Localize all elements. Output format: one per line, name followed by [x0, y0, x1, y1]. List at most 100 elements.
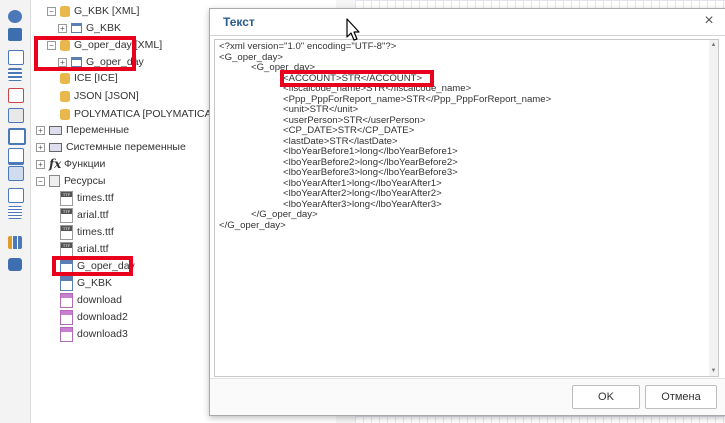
- tree-item-g-kbk-resource[interactable]: G_KBK: [60, 275, 112, 291]
- tree-item-g-kbk[interactable]: + G_KBK: [58, 20, 121, 36]
- expand-toggle[interactable]: +: [36, 125, 45, 135]
- database-icon: [60, 108, 70, 120]
- text-line: <lboYearAfter3>long</lboYearAfter3>: [219, 198, 442, 210]
- text-line: <userPerson>STR</userPerson>: [219, 114, 426, 126]
- image-file-icon: [60, 326, 73, 342]
- table-icon: [71, 23, 82, 34]
- left-toolbar: [0, 0, 31, 423]
- tree-item-download[interactable]: download: [60, 292, 122, 308]
- panel-icon[interactable]: [8, 148, 24, 165]
- mouse-cursor-icon: [346, 18, 360, 41]
- text-line: </G_oper_day>: [219, 219, 286, 231]
- ttf-file-icon: [60, 190, 73, 206]
- table-grid-icon[interactable]: [8, 188, 24, 203]
- image-icon[interactable]: [8, 108, 24, 123]
- xml-text-area[interactable]: <?xml version="1.0" encoding="UTF-8"?> <…: [214, 39, 719, 377]
- tree-item-g-kbk-xml[interactable]: − G_KBK [XML]: [47, 3, 139, 19]
- tree-item-json[interactable]: JSON [JSON]: [60, 88, 139, 104]
- dialog-title: Текст: [223, 15, 255, 29]
- scroll-down-icon[interactable]: ▼: [710, 367, 717, 375]
- chart-icon[interactable]: [8, 236, 22, 249]
- tree-item-label: G_KBK: [86, 22, 122, 34]
- rows-icon[interactable]: [8, 206, 22, 219]
- resources-icon: [49, 175, 60, 188]
- text-line: <?xml version="1.0" encoding="UTF-8"?>: [219, 41, 397, 52]
- ttf-file-icon: [60, 241, 73, 257]
- ttf-file-icon: [60, 224, 73, 240]
- text-line: <lboYearAfter1>long</lboYearAfter1>: [219, 177, 442, 189]
- ttf-file-icon: [60, 207, 73, 223]
- highlight-g-oper-day-xml: [34, 36, 136, 71]
- tree-item-label: G_KBK [XML]: [74, 5, 140, 17]
- tree-item-label: times.ttf: [77, 226, 114, 238]
- text-line: <lboYearBefore2>long</lboYearBefore2>: [219, 156, 458, 168]
- database-icon: [60, 90, 70, 102]
- expand-toggle[interactable]: +: [58, 23, 67, 33]
- system-variables-icon: [49, 142, 62, 152]
- tree-item-label: arial.ttf: [77, 209, 109, 221]
- tree-item-label: times.ttf: [77, 192, 114, 204]
- tree-item-label: Функции: [64, 158, 106, 170]
- frame-icon[interactable]: [8, 128, 26, 145]
- text-line: <lastDate>STR</lastDate>: [219, 135, 398, 147]
- tree-item-times-ttf[interactable]: times.ttf: [60, 190, 114, 206]
- tree-item-variables[interactable]: + Переменные: [36, 122, 129, 138]
- ok-button[interactable]: OK: [572, 385, 640, 409]
- tree-item-label: POLYMATICA [POLYMATICA]: [74, 108, 215, 120]
- tree-item-label: download2: [77, 311, 128, 323]
- tree-item-label: ICE [ICE]: [74, 72, 118, 84]
- tree-item-download2[interactable]: download2: [60, 309, 128, 325]
- text-line: <CP_DATE>STR</CP_DATE>: [219, 125, 415, 136]
- text-icon[interactable]: [8, 88, 24, 103]
- scroll-up-icon[interactable]: ▲: [710, 41, 717, 49]
- expand-toggle[interactable]: +: [36, 142, 45, 152]
- tree-item-label: JSON [JSON]: [74, 90, 139, 102]
- text-line: <G_oper_day>: [219, 51, 284, 63]
- tree-item-download3[interactable]: download3: [60, 326, 128, 342]
- text-line: </G_oper_day>: [219, 209, 318, 220]
- tree-item-functions[interactable]: + fx Функции: [36, 156, 105, 172]
- text-line: <lboYearAfter2>long</lboYearAfter2>: [219, 188, 442, 199]
- tree-item-arial-ttf-2[interactable]: arial.ttf: [60, 241, 109, 257]
- tree-item-label: download3: [77, 328, 128, 340]
- tree-item-polymatica[interactable]: POLYMATICA [POLYMATICA]: [60, 106, 214, 122]
- close-icon[interactable]: ×: [701, 12, 717, 30]
- tree-item-arial-ttf[interactable]: arial.ttf: [60, 207, 109, 223]
- expand-toggle[interactable]: +: [36, 159, 45, 169]
- window-icon[interactable]: [8, 166, 24, 181]
- page-icon[interactable]: [8, 50, 24, 65]
- tree-item-label: Переменные: [66, 124, 130, 136]
- dialog-footer: OK Отмена: [210, 378, 725, 415]
- collapse-toggle[interactable]: −: [36, 176, 45, 186]
- image-file-icon: [60, 309, 73, 325]
- tree-item-label: Системные переменные: [66, 141, 186, 153]
- database-icon: [60, 72, 70, 84]
- xml-file-icon: [60, 275, 73, 291]
- collapse-toggle[interactable]: −: [47, 6, 56, 16]
- tree-item-system-variables[interactable]: + Системные переменные: [36, 139, 186, 155]
- tree-item-label: G_KBK: [77, 277, 113, 289]
- list-icon[interactable]: [8, 68, 22, 81]
- tree-item-ice[interactable]: ICE [ICE]: [60, 70, 118, 86]
- tree-item-label: Ресурсы: [64, 175, 106, 187]
- text-line: <lboYearBefore3>long</lboYearBefore3>: [219, 167, 458, 178]
- puzzle-icon[interactable]: [8, 28, 22, 41]
- tree-item-label: arial.ttf: [77, 243, 109, 255]
- tools-icon[interactable]: [8, 258, 22, 271]
- tree-item-resources[interactable]: − Ресурсы: [36, 173, 105, 189]
- vertical-scrollbar[interactable]: ▲ ▼: [709, 40, 718, 376]
- text-line: <lboYearBefore1>long</lboYearBefore1>: [219, 146, 458, 157]
- settings-icon[interactable]: [8, 10, 22, 23]
- image-file-icon: [60, 292, 73, 308]
- cancel-button[interactable]: Отмена: [645, 385, 717, 409]
- database-icon: [60, 5, 70, 17]
- text-line: <unit>STR</unit>: [219, 104, 359, 115]
- text-line: <Ppp_PppForReport_name>STR</Ppp_PppForRe…: [219, 93, 552, 105]
- dialog-titlebar[interactable]: Текст ×: [210, 9, 725, 36]
- function-icon: fx: [49, 157, 62, 172]
- highlight-account-line: [280, 70, 434, 87]
- variables-icon: [49, 125, 62, 135]
- highlight-g-oper-day-resource: [52, 256, 133, 276]
- tree-item-label: download: [77, 294, 122, 306]
- tree-item-times-ttf-2[interactable]: times.ttf: [60, 224, 114, 240]
